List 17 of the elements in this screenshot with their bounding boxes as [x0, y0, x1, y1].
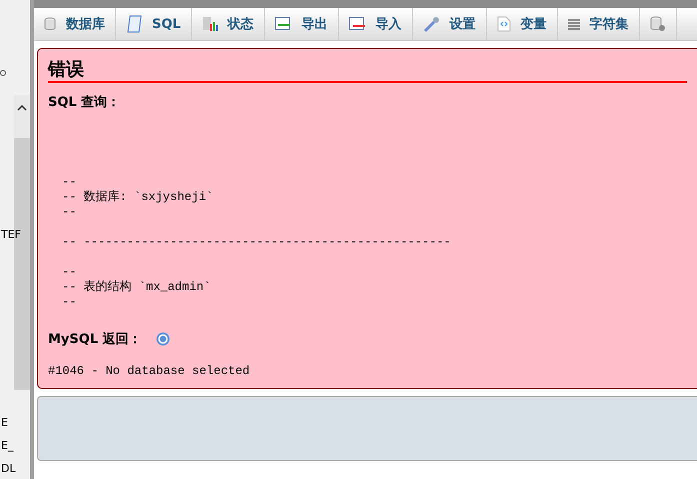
sidebar-text: E	[1, 416, 8, 429]
nav-tab[interactable]: 导入	[338, 8, 413, 40]
nav-tab[interactable]: 状态	[192, 8, 265, 40]
sql-query-code: -- -- 数据库: `sxjysheji` -- -- --------------------------------------------------- -- -- 表的结构 `mx_admin` --	[62, 175, 452, 310]
return-label: MySQL 返回：	[48, 330, 142, 348]
error-message: #1046 - No database selected	[48, 364, 251, 378]
sidebar-text: TEF	[1, 228, 21, 241]
nav-tab[interactable]: 导出	[264, 8, 339, 40]
nav-tab[interactable]: 变量	[486, 8, 558, 40]
nav-tab[interactable]: SQL	[116, 8, 192, 40]
nav-tab[interactable]: 设置	[412, 8, 487, 40]
sidebar-text: E_	[1, 439, 14, 452]
error-title: 错误	[48, 57, 687, 83]
nav-tab[interactable]: 字符集	[558, 8, 640, 40]
query-label: SQL 查询：	[48, 94, 122, 111]
sidebar-text: DL	[1, 462, 16, 475]
nav-tab[interactable]: 数据库	[34, 8, 116, 40]
